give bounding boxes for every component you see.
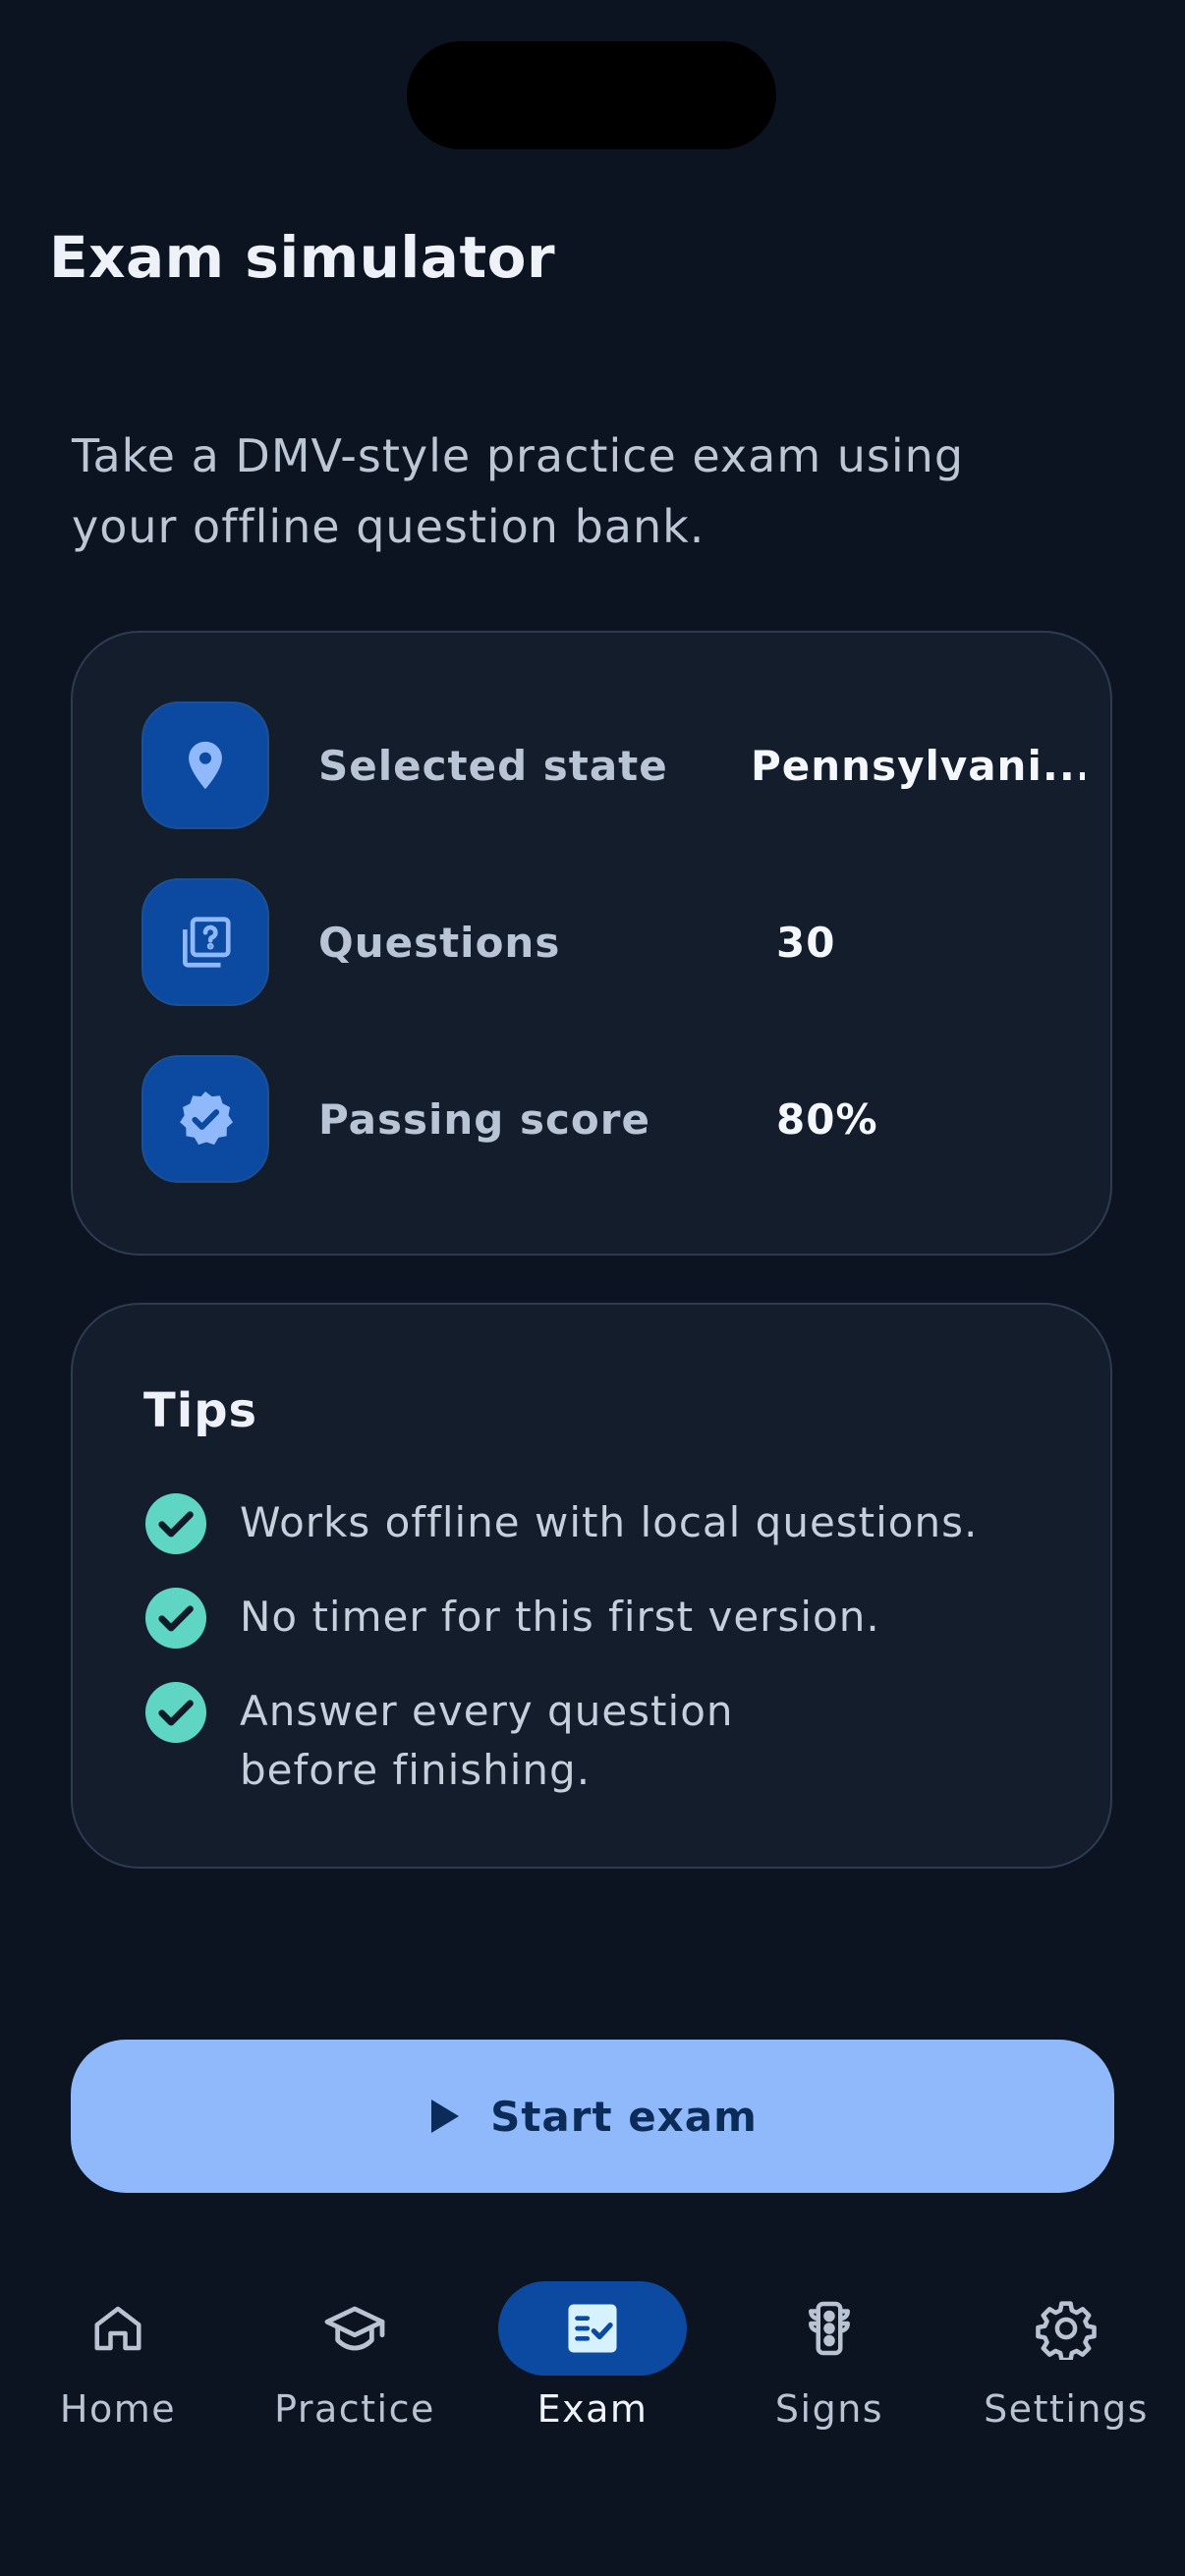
summary-row-state: Selected state Pennsylvani... bbox=[141, 701, 1085, 829]
summary-label: Selected state bbox=[318, 741, 668, 790]
selected-state-value: Pennsylvani... bbox=[751, 741, 1085, 790]
intro-text: Take a DMV-style practice exam using you… bbox=[72, 429, 965, 553]
graduation-cap-icon bbox=[324, 2306, 385, 2351]
question-bank-icon bbox=[141, 878, 269, 1006]
tip-text: Answer every question before finishing. bbox=[240, 1687, 734, 1794]
start-exam-label: Start exam bbox=[490, 2092, 758, 2141]
page-title: Exam simulator bbox=[49, 224, 556, 291]
nav-label: Settings bbox=[984, 2387, 1149, 2431]
exam-summary-card: Selected state Pennsylvani... Questions … bbox=[71, 631, 1112, 1256]
tip-item: No timer for this first version. bbox=[145, 1588, 1010, 1649]
tip-text: Works offline with local questions. bbox=[240, 1498, 979, 1546]
check-circle-icon bbox=[145, 1682, 206, 1743]
tips-card: Tips Works offline with local questions.… bbox=[71, 1303, 1112, 1869]
bottom-navigation: Home Practice Exam Signs Settings bbox=[0, 2260, 1185, 2456]
nav-label: Signs bbox=[774, 2387, 884, 2431]
location-pin-icon bbox=[141, 701, 269, 829]
tip-item: Works offline with local questions. bbox=[145, 1493, 1010, 1554]
tip-item: Answer every question before finishing. bbox=[145, 1682, 833, 1800]
questions-value: 30 bbox=[776, 918, 836, 967]
tip-text: No timer for this first version. bbox=[240, 1593, 880, 1641]
nav-item-practice[interactable]: Practice bbox=[237, 2260, 473, 2456]
nav-label: Home bbox=[59, 2387, 177, 2431]
start-exam-button[interactable]: Start exam bbox=[71, 2040, 1114, 2193]
play-icon bbox=[431, 2100, 460, 2133]
gear-icon bbox=[1036, 2301, 1097, 2360]
traffic-light-icon bbox=[809, 2301, 850, 2356]
nav-label: Practice bbox=[274, 2387, 435, 2431]
summary-label: Passing score bbox=[318, 1094, 650, 1144]
check-circle-icon bbox=[145, 1493, 206, 1554]
passing-score-value: 80% bbox=[776, 1094, 878, 1144]
verified-badge-icon bbox=[141, 1055, 269, 1183]
nav-item-home[interactable]: Home bbox=[0, 2260, 236, 2456]
tips-title: Tips bbox=[143, 1383, 258, 1438]
nav-label: Exam bbox=[536, 2387, 649, 2431]
nav-item-settings[interactable]: Settings bbox=[948, 2260, 1184, 2456]
exam-checklist-icon bbox=[568, 2304, 617, 2353]
check-circle-icon bbox=[145, 1588, 206, 1649]
nav-item-exam[interactable]: Exam bbox=[475, 2260, 710, 2456]
summary-label: Questions bbox=[318, 918, 561, 967]
summary-row-passing-score: Passing score 80% bbox=[141, 1055, 1061, 1183]
dynamic-island bbox=[407, 41, 776, 149]
nav-item-signs[interactable]: Signs bbox=[711, 2260, 947, 2456]
home-icon bbox=[94, 2306, 141, 2351]
summary-row-questions: Questions 30 bbox=[141, 878, 1061, 1006]
